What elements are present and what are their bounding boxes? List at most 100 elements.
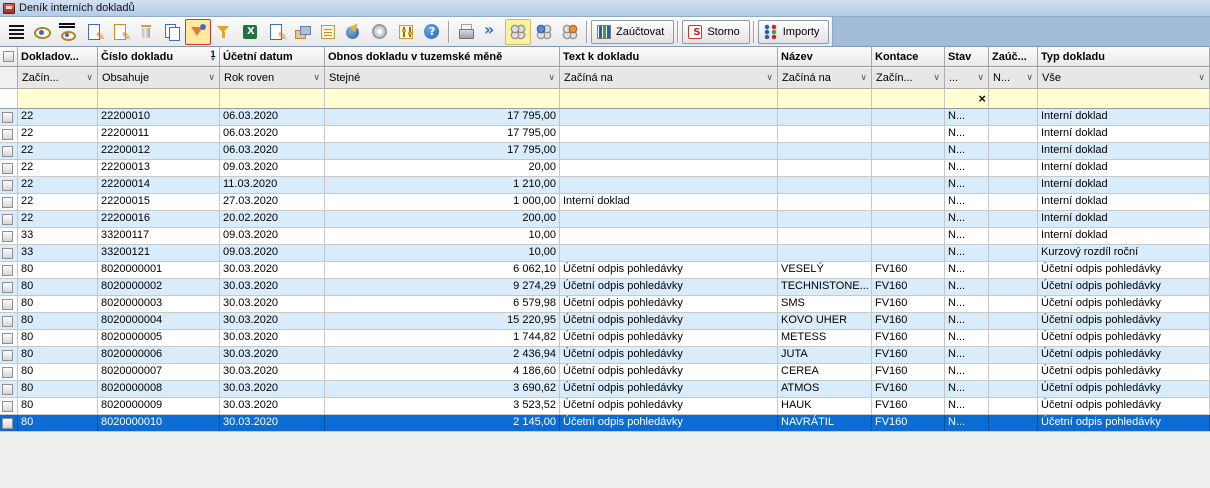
table-row[interactable]: 333320012109.03.202010,00N...Kurzový roz… [0,245,1210,262]
cell-obnos[interactable]: 15 220,95 [325,313,560,329]
column-header-select[interactable] [0,47,18,66]
cell-obnos[interactable]: 3 523,52 [325,398,560,414]
cell-typ-dokladu[interactable]: Interní doklad [1038,177,1210,193]
cell-kontace[interactable] [872,160,945,176]
cell-obnos[interactable]: 4 186,60 [325,364,560,380]
cell-typ-dokladu[interactable]: Účetní odpis pohledávky [1038,279,1210,295]
column-header-ucetni-datum[interactable]: Účetní datum [220,47,325,66]
cell-stav[interactable]: N... [945,126,989,142]
row-select-cell[interactable] [0,262,18,278]
cell-dokladova-rada[interactable]: 22 [18,160,98,176]
filter-condition-ucetni-datum[interactable]: Rok roven∨ [220,67,325,88]
cell-obnos[interactable]: 6 062,10 [325,262,560,278]
cell-typ-dokladu[interactable]: Interní doklad [1038,228,1210,244]
row-select-cell[interactable] [0,177,18,193]
cell-stav[interactable]: N... [945,330,989,346]
cell-kontace[interactable] [872,126,945,142]
cell-zauctovano[interactable] [989,398,1038,414]
cell-ucetni-datum[interactable]: 30.03.2020 [220,330,325,346]
cell-stav[interactable]: N... [945,296,989,312]
filter-input-cislo-dokladu[interactable] [98,89,220,108]
cell-cislo-dokladu[interactable]: 22200011 [98,126,220,142]
cell-ucetni-datum[interactable]: 27.03.2020 [220,194,325,210]
cell-zauctovano[interactable] [989,194,1038,210]
cell-dokladova-rada[interactable]: 33 [18,228,98,244]
cell-text-k-dokladu[interactable]: Účetní odpis pohledávky [560,330,778,346]
cell-kontace[interactable] [872,177,945,193]
cell-zauctovano[interactable] [989,143,1038,159]
window-titlebar[interactable]: Deník interních dokladů [0,0,1210,17]
row-checkbox[interactable] [2,384,13,395]
cell-cislo-dokladu[interactable]: 8020000008 [98,381,220,397]
cell-nazev[interactable] [778,177,872,193]
column-header-text-k-dokladu[interactable]: Text k dokladu [560,47,778,66]
cell-text-k-dokladu[interactable]: Účetní odpis pohledávky [560,296,778,312]
cell-stav[interactable]: N... [945,279,989,295]
cell-dokladova-rada[interactable]: 22 [18,143,98,159]
cell-stav[interactable]: N... [945,398,989,414]
cell-ucetni-datum[interactable]: 30.03.2020 [220,296,325,312]
cell-kontace[interactable]: FV160 [872,381,945,397]
cell-obnos[interactable]: 17 795,00 [325,126,560,142]
cell-dokladova-rada[interactable]: 80 [18,364,98,380]
cd-button[interactable] [367,19,393,45]
cell-text-k-dokladu[interactable] [560,211,778,227]
row-checkbox[interactable] [2,146,13,157]
cell-nazev[interactable] [778,109,872,125]
cell-cislo-dokladu[interactable]: 22200010 [98,109,220,125]
row-select-cell[interactable] [0,160,18,176]
cell-dokladova-rada[interactable]: 80 [18,398,98,414]
filter-button[interactable] [211,19,237,45]
column-header-zauctovano[interactable]: Zaúč... [989,47,1038,66]
checklist-button[interactable] [315,19,341,45]
cell-cislo-dokladu[interactable]: 8020000007 [98,364,220,380]
cell-kontace[interactable]: FV160 [872,364,945,380]
filter-condition-kontace[interactable]: Začín...∨ [872,67,945,88]
cell-dokladova-rada[interactable]: 80 [18,415,98,431]
cell-obnos[interactable]: 2 436,94 [325,347,560,363]
filter-condition-obnos[interactable]: Stejné∨ [325,67,560,88]
cell-kontace[interactable]: FV160 [872,330,945,346]
table-row[interactable]: 80802000000430.03.202015 220,95Účetní od… [0,313,1210,330]
cell-nazev[interactable]: KOVO UHER [778,313,872,329]
cell-typ-dokladu[interactable]: Účetní odpis pohledávky [1038,313,1210,329]
cell-text-k-dokladu[interactable]: Interní doklad [560,194,778,210]
filter-input-stav[interactable]: × [945,89,989,108]
table-row[interactable]: 222220001106.03.202017 795,00N...Interní… [0,126,1210,143]
cell-typ-dokladu[interactable]: Účetní odpis pohledávky [1038,262,1210,278]
cell-stav[interactable]: N... [945,364,989,380]
cell-dokladova-rada[interactable]: 80 [18,381,98,397]
filter-input-zauctovano[interactable] [989,89,1038,108]
cell-cislo-dokladu[interactable]: 22200015 [98,194,220,210]
select-all-checkbox[interactable] [3,51,14,62]
table-row[interactable]: 80802000000530.03.20201 744,82Účetní odp… [0,330,1210,347]
cell-zauctovano[interactable] [989,211,1038,227]
cell-ucetni-datum[interactable]: 30.03.2020 [220,313,325,329]
cell-cislo-dokladu[interactable]: 33200121 [98,245,220,261]
cell-cislo-dokladu[interactable]: 22200014 [98,177,220,193]
cell-nazev[interactable]: JUTA [778,347,872,363]
cell-typ-dokladu[interactable]: Interní doklad [1038,143,1210,159]
row-checkbox[interactable] [2,197,13,208]
cell-dokladova-rada[interactable]: 80 [18,279,98,295]
table-row[interactable]: 222220001206.03.202017 795,00N...Interní… [0,143,1210,160]
cell-zauctovano[interactable] [989,160,1038,176]
cell-obnos[interactable]: 200,00 [325,211,560,227]
cell-cislo-dokladu[interactable]: 8020000002 [98,279,220,295]
cell-typ-dokladu[interactable]: Kurzový rozdíl roční [1038,245,1210,261]
table-row[interactable]: 222220001309.03.202020,00N...Interní dok… [0,160,1210,177]
cell-cislo-dokladu[interactable]: 8020000004 [98,313,220,329]
cell-dokladova-rada[interactable]: 22 [18,194,98,210]
cell-ucetni-datum[interactable]: 30.03.2020 [220,364,325,380]
cell-stav[interactable]: N... [945,211,989,227]
row-select-cell[interactable] [0,381,18,397]
cell-typ-dokladu[interactable]: Účetní odpis pohledávky [1038,415,1210,431]
cell-obnos[interactable]: 3 690,62 [325,381,560,397]
print-button[interactable] [453,19,479,45]
cell-kontace[interactable]: FV160 [872,347,945,363]
filter-condition-dokladova-rada[interactable]: Začín...∨ [18,67,98,88]
cell-text-k-dokladu[interactable] [560,245,778,261]
row-select-cell[interactable] [0,279,18,295]
row-checkbox[interactable] [2,231,13,242]
cell-typ-dokladu[interactable]: Účetní odpis pohledávky [1038,381,1210,397]
